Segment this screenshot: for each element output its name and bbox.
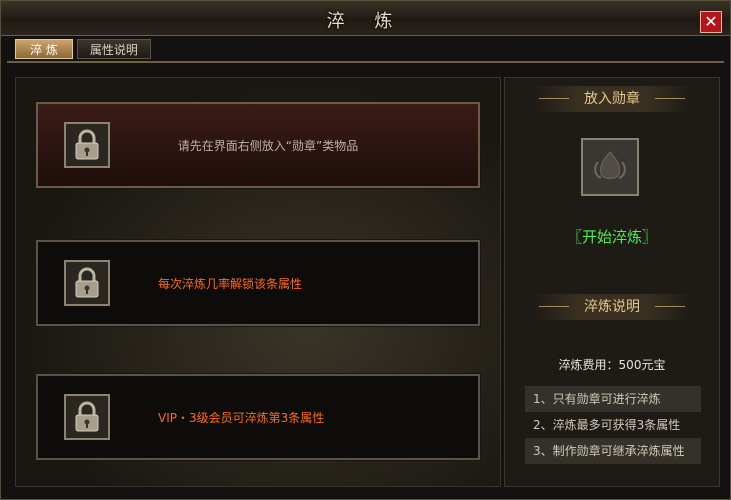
- rules-list: 1、只有勋章可进行淬炼 2、淬炼最多可获得3条属性 3、制作勋章可继承淬炼属性: [525, 386, 701, 464]
- slot-unlock-text: 每次淬炼几率解锁该条属性: [158, 276, 303, 291]
- attribute-slot-1[interactable]: 请先在界面右侧放入“勋章”类物品: [35, 101, 481, 189]
- rule-item: 3、制作勋章可继承淬炼属性: [525, 438, 701, 464]
- window-title: 淬 炼: [326, 11, 405, 32]
- refine-window: 淬 炼 ✕ 淬 炼 属性说明 请先在界面右侧放入“勋章”类物品 每次淬炼几率解锁…: [0, 0, 731, 500]
- attribute-slot-3[interactable]: VIP・3级会员可淬炼第3条属性: [35, 373, 481, 461]
- refine-cost: 淬炼费用：500元宝: [558, 358, 666, 372]
- lock-icon: [64, 394, 110, 440]
- tab-bar: 淬 炼 属性说明: [15, 39, 151, 59]
- rule-item: 1、只有勋章可进行淬炼: [525, 386, 701, 412]
- info-header: 淬炼说明: [533, 294, 691, 320]
- slot-vip-text: VIP・3级会员可淬炼第3条属性: [158, 410, 325, 425]
- title-bar[interactable]: 淬 炼 ✕: [1, 1, 730, 36]
- tab-divider: [7, 61, 724, 63]
- medal-header: 放入勋章: [533, 86, 691, 112]
- tab-refine[interactable]: 淬 炼: [15, 39, 73, 59]
- lock-icon: [64, 122, 110, 168]
- close-button[interactable]: ✕: [700, 11, 722, 33]
- attribute-slots-panel: 请先在界面右侧放入“勋章”类物品 每次淬炼几率解锁该条属性 VIP・3级会员可淬…: [15, 77, 501, 487]
- medal-panel: 放入勋章 〖开始淬炼〗 淬炼说明 淬炼费用：500元宝 1、只有勋章可进行淬炼 …: [504, 77, 720, 487]
- medal-slot[interactable]: [581, 138, 639, 196]
- attribute-slot-2[interactable]: 每次淬炼几率解锁该条属性: [35, 239, 481, 327]
- close-icon: ✕: [704, 12, 718, 31]
- medal-placeholder-icon: [594, 151, 626, 179]
- rule-item: 2、淬炼最多可获得3条属性: [533, 418, 681, 432]
- start-refine-button[interactable]: 〖开始淬炼〗: [505, 226, 719, 247]
- tab-attribute-info[interactable]: 属性说明: [76, 39, 151, 59]
- slot-hint-text: 请先在界面右侧放入“勋章”类物品: [177, 138, 359, 153]
- lock-icon: [64, 260, 110, 306]
